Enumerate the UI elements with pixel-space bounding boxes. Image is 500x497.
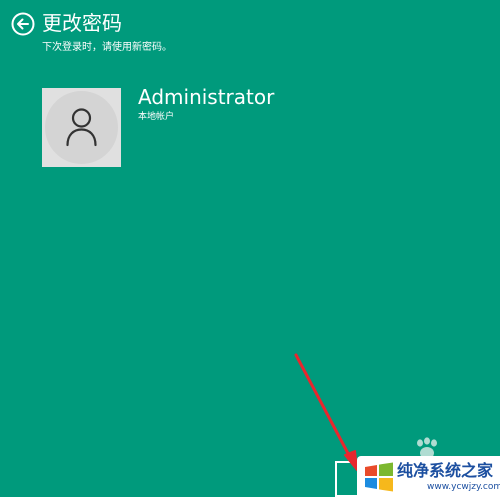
watermark-url: www.ycwjzy.com <box>427 482 500 492</box>
watermark-badge: 纯净系统之家 www.ycwjzy.com <box>357 456 500 497</box>
windows-logo-icon <box>365 462 393 492</box>
watermark-name: 纯净系统之家 <box>397 461 494 480</box>
red-arrow-icon <box>294 353 358 471</box>
